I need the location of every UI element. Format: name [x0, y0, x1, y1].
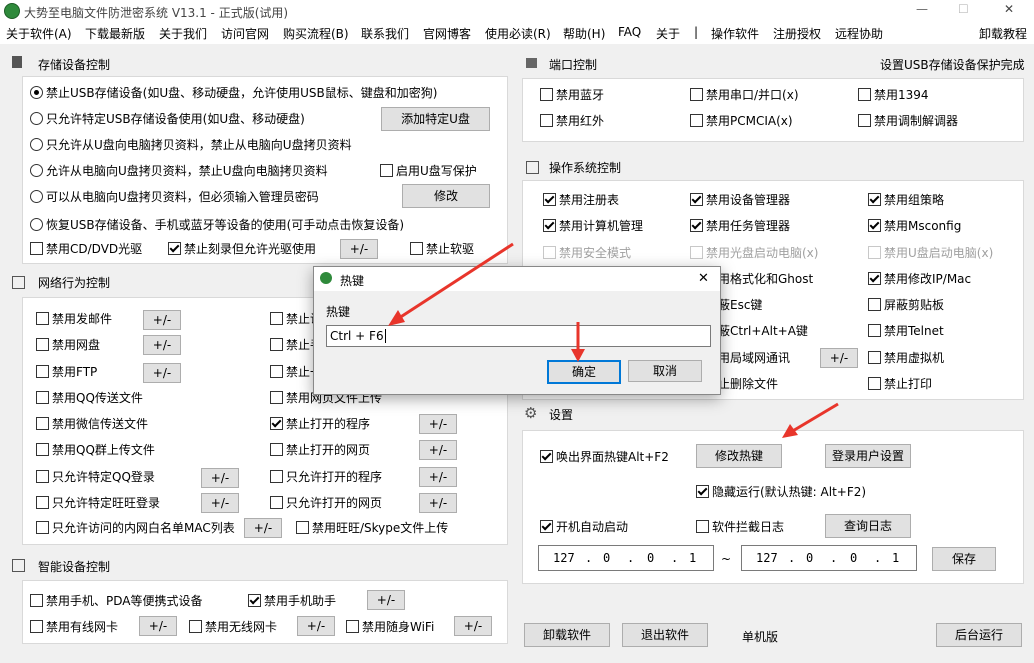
- app-window: 大势至电脑文件防泄密系统 V13.1 - 正式版(试用) — ☐ ✕ 关于软件(…: [0, 0, 1034, 663]
- arrow-to-hotkey-input: [388, 242, 514, 326]
- annotation-arrows: [388, 242, 839, 438]
- arrow-to-modify-hotkey: [782, 402, 839, 438]
- arrow-to-ok-button: [571, 322, 585, 362]
